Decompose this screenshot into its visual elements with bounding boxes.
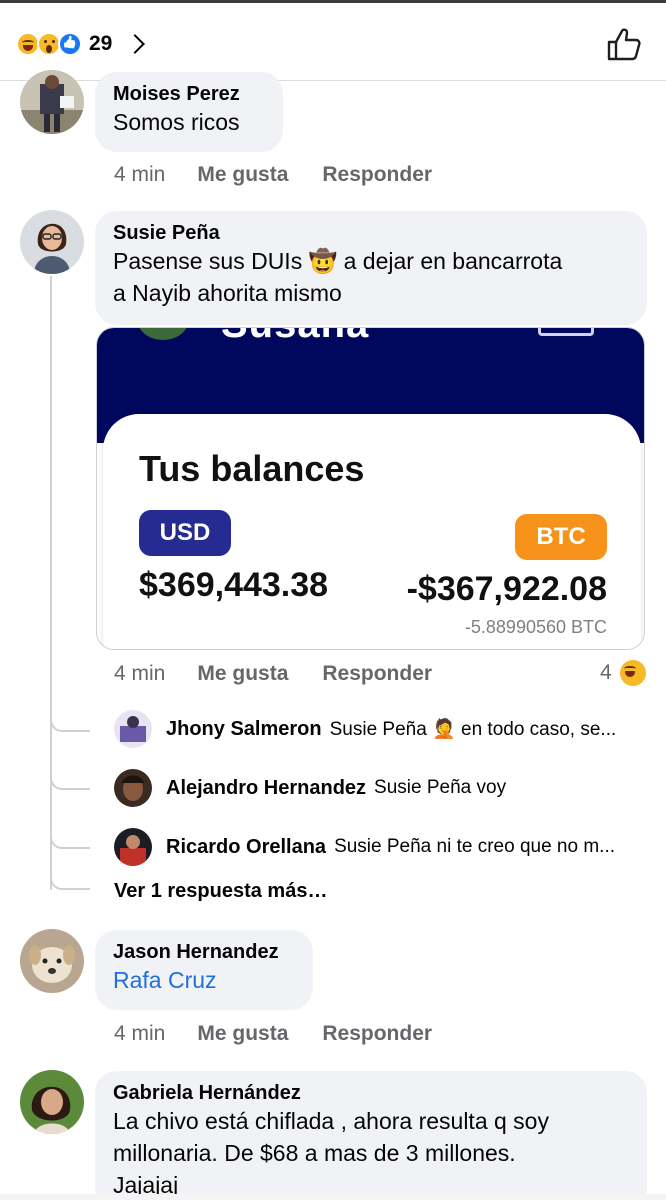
comment-text-line: La chivo está chiflada , ahora resulta q…	[113, 1108, 549, 1134]
reply-button[interactable]: Responder	[322, 1022, 432, 1046]
comment-bubble[interactable]: Gabriela Hernández La chivo está chiflad…	[95, 1071, 647, 1200]
commenter-name[interactable]: Susie Peña	[113, 221, 629, 245]
view-more-replies-link[interactable]: Ver 1 respuesta más…	[114, 880, 327, 903]
comment-actions: 4 min Me gusta Responder	[114, 662, 466, 686]
balance-card: Tus balances USD $369,443.38 BTC -$367,9…	[103, 414, 641, 649]
btc-amount: -5.88990560 BTC	[464, 617, 607, 637]
thread-branch	[50, 876, 90, 890]
reply-author[interactable]: Alejandro Hernandez	[166, 777, 366, 800]
commenter-name[interactable]: Gabriela Hernández	[113, 1081, 629, 1105]
btc-badge: BTC	[515, 514, 607, 560]
comment-reaction-count: 4	[600, 661, 612, 684]
commenter-name[interactable]: Jason Hernandez	[113, 940, 295, 964]
tagged-user-link[interactable]: Rafa Cruz	[113, 964, 295, 996]
comment-text: Somos ricos	[113, 109, 240, 135]
chevron-right-icon[interactable]	[125, 34, 146, 54]
reply-item[interactable]: Alejandro Hernandez Susie Peña voy	[114, 768, 506, 808]
avatar[interactable]	[114, 769, 152, 807]
reply-text: Susie Peña ni te creo que no m...	[334, 836, 616, 857]
like-button[interactable]: Me gusta	[197, 163, 288, 187]
reactions-summary[interactable]: 29	[16, 29, 146, 59]
thread-line	[50, 276, 52, 890]
comment-time: 4 min	[114, 163, 166, 186]
commenter-name[interactable]: Moises Perez	[113, 82, 265, 106]
reply-text: Susie Peña voy	[374, 777, 507, 798]
like-button[interactable]: Me gusta	[197, 662, 288, 686]
wallet-user-name: Susana	[221, 328, 369, 347]
comment-bubble[interactable]: Jason Hernandez Rafa Cruz	[95, 930, 313, 1010]
comment-text-line: a Nayib ahorita mismo	[113, 280, 342, 306]
thread-branch	[50, 776, 90, 790]
reply-item[interactable]: Ricardo Orellana Susie Peña ni te creo q…	[114, 827, 615, 867]
like-button[interactable]: Me gusta	[197, 1022, 288, 1046]
reply-author[interactable]: Ricardo Orellana	[166, 836, 326, 859]
reaction-count: 29	[89, 32, 113, 55]
comment-time: 4 min	[114, 1022, 166, 1045]
btc-balance: -$367,922.08	[406, 570, 607, 608]
usd-balance: $369,443.38	[139, 566, 329, 604]
avatar[interactable]	[20, 70, 84, 134]
comment-text-line: millonaria. De $68 a mas de 3 millones.	[113, 1140, 516, 1166]
avatar[interactable]	[20, 1070, 84, 1134]
thread-branch	[50, 835, 90, 849]
reactions-header: 29	[0, 3, 666, 81]
comment-actions: 4 min Me gusta Responder	[114, 1022, 466, 1046]
comment-time: 4 min	[114, 662, 166, 685]
attached-image[interactable]: Susana Tus balances USD $369,443.38 BTC …	[96, 327, 645, 650]
balance-title: Tus balances	[139, 448, 365, 489]
reply-author[interactable]: Jhony Salmeron	[166, 718, 322, 741]
reply-text: Susie Peña 🤦 en todo caso, se...	[329, 719, 617, 740]
comment-bubble[interactable]: Susie Peña Pasense sus DUIs 🤠 a dejar en…	[95, 211, 647, 325]
avatar[interactable]	[114, 828, 152, 866]
qr-scan-icon	[538, 328, 594, 336]
comment-text-line: Pasense sus DUIs 🤠 a dejar en bancarrota	[113, 248, 563, 274]
avatar[interactable]	[20, 210, 84, 274]
reply-item[interactable]: Jhony Salmeron Susie Peña 🤦 en todo caso…	[114, 709, 616, 749]
avatar[interactable]	[20, 929, 84, 993]
reply-button[interactable]: Responder	[322, 662, 432, 686]
comment-bubble[interactable]: Moises Perez Somos ricos	[95, 72, 283, 152]
thread-branch	[50, 718, 90, 732]
comment-reactions[interactable]: 4	[600, 660, 646, 686]
haha-icon	[619, 660, 646, 686]
avatar[interactable]	[114, 710, 152, 748]
like-icon	[58, 32, 82, 56]
thumbs-up-icon[interactable]	[606, 27, 642, 61]
screen-bottom-edge	[0, 1194, 666, 1200]
usd-badge: USD	[139, 510, 231, 556]
reply-button[interactable]: Responder	[322, 163, 432, 187]
comment-actions: 4 min Me gusta Responder	[114, 163, 466, 187]
